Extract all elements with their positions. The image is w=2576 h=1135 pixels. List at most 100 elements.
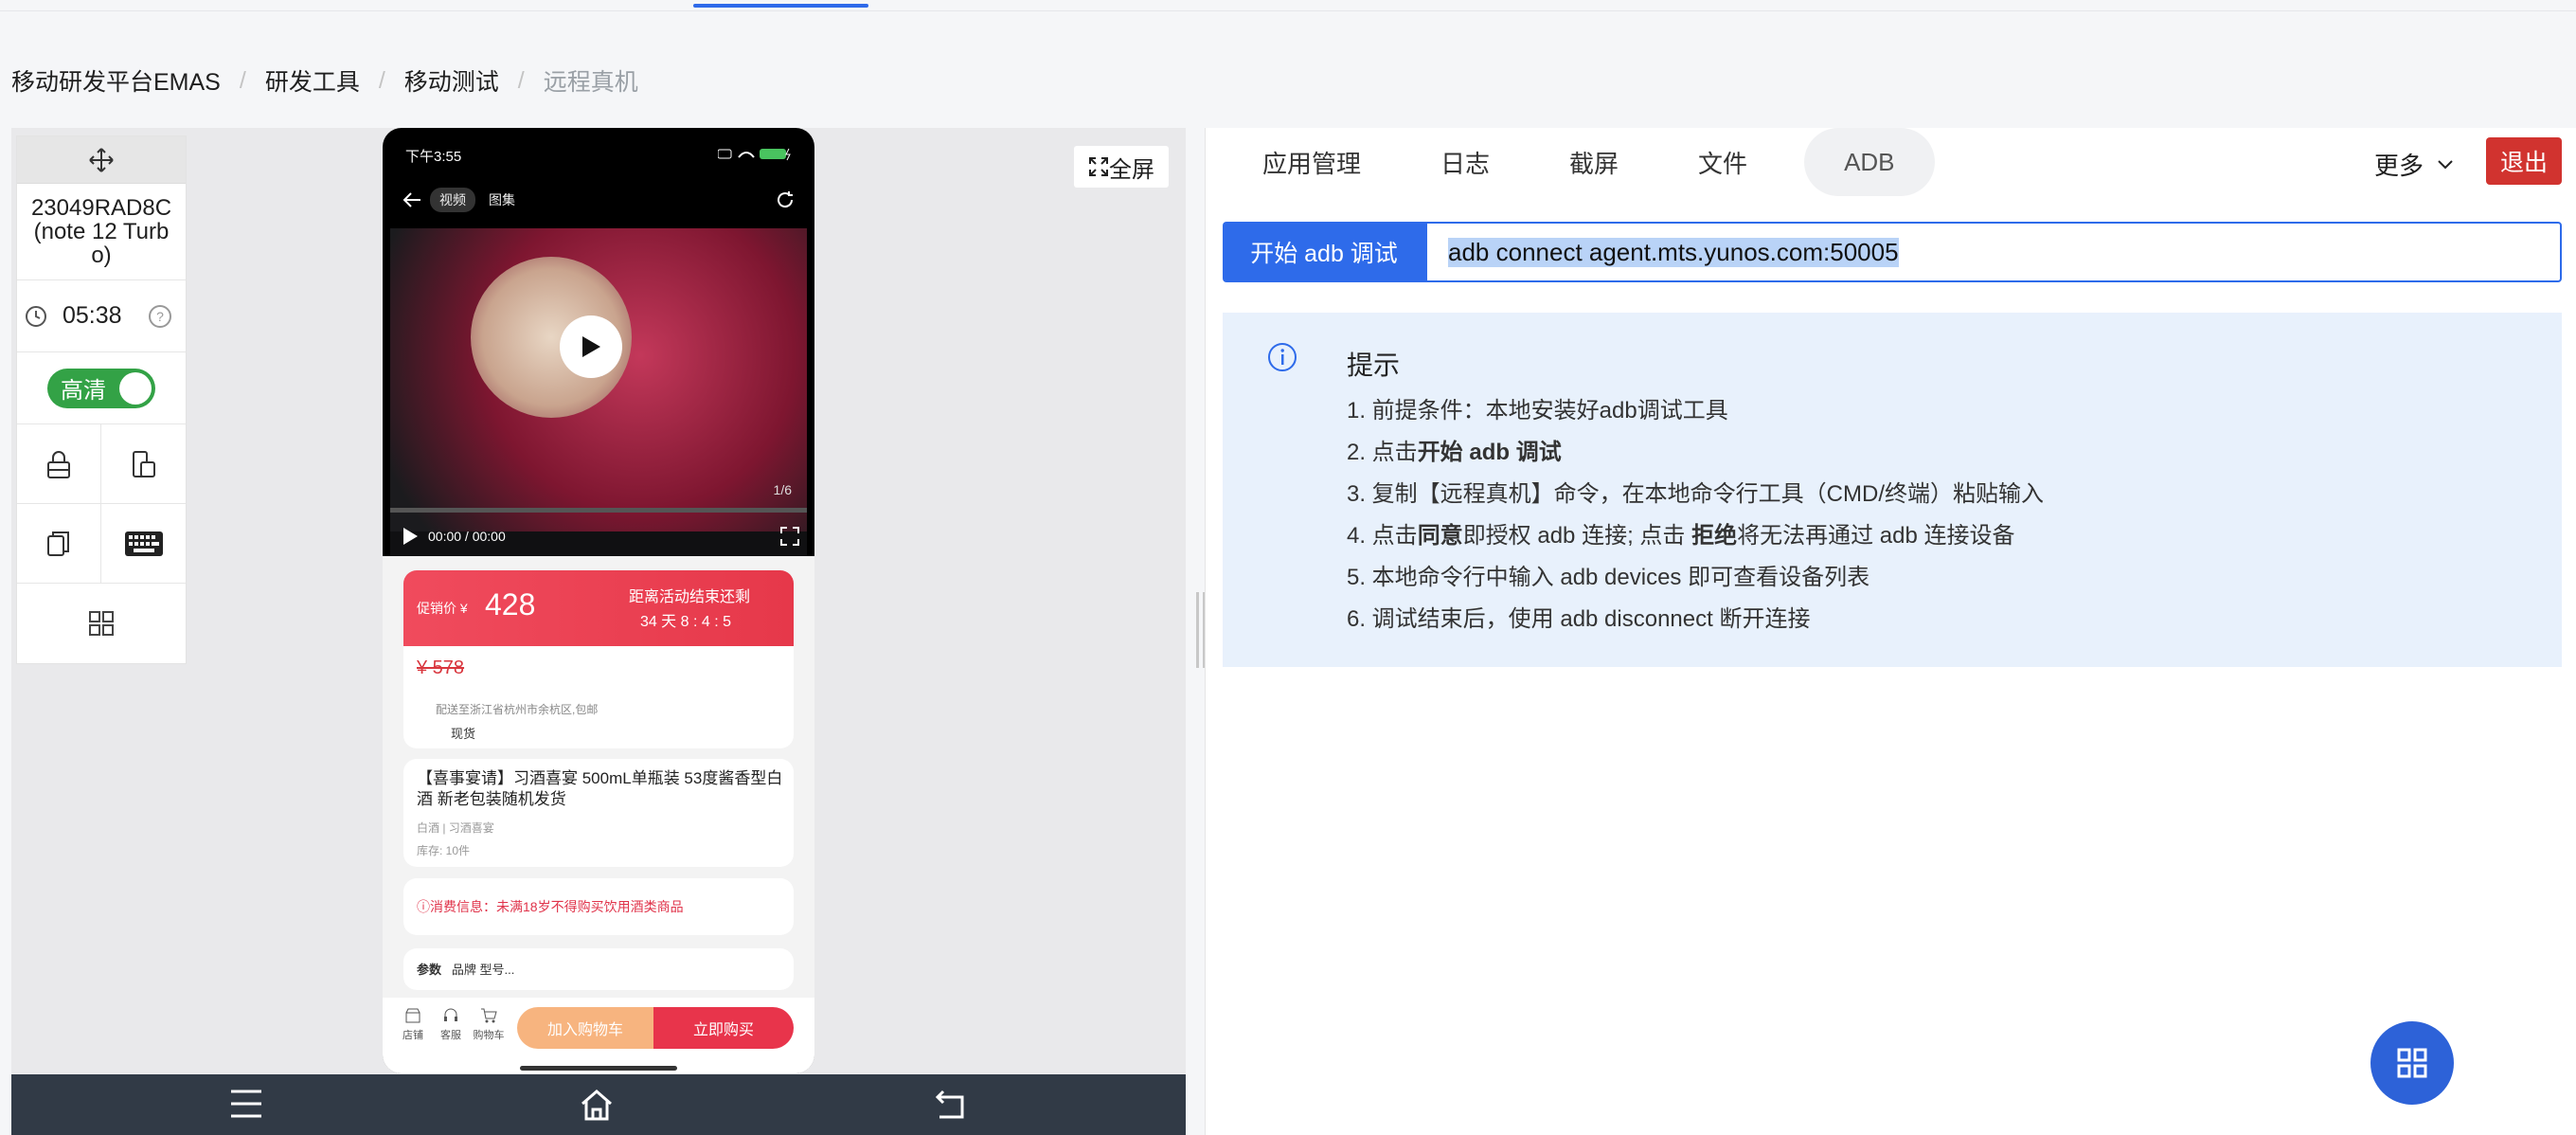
- tab-screenshot[interactable]: 截屏: [1530, 128, 1658, 196]
- rotate-screen-icon: [132, 450, 155, 477]
- phone-screen[interactable]: 下午3:55 视频 图集 1/6 00:00 / 00:00 促销价 ¥ 428…: [383, 128, 814, 1073]
- shipping-info[interactable]: 配送至浙江省杭州市余杭区,包邮: [436, 701, 598, 717]
- timer-value: 05:38: [63, 302, 122, 329]
- breadcrumb-separator: /: [517, 66, 525, 94]
- video-fullscreen-icon[interactable]: [780, 527, 799, 546]
- breadcrumb: 移动研发平台EMAS / 研发工具 / 移动测试 / 远程真机: [11, 63, 638, 98]
- keyboard-icon: [124, 531, 163, 556]
- active-nav-indicator: [693, 4, 868, 8]
- fullscreen-label: 全屏: [1109, 156, 1154, 183]
- headset-icon: [444, 1008, 457, 1021]
- floating-apps-button[interactable]: [2370, 1021, 2454, 1105]
- back-button[interactable]: [934, 1088, 966, 1125]
- product-stock: 库存: 10件: [417, 844, 471, 857]
- add-to-cart-button[interactable]: 加入购物车: [517, 1007, 653, 1049]
- more-label: 更多: [2374, 152, 2424, 180]
- home-indicator: [520, 1066, 677, 1071]
- expand-icon: [1089, 157, 1108, 176]
- breadcrumb-current: 远程真机: [543, 69, 638, 96]
- top-bar: [0, 0, 2576, 11]
- adb-tips-box: 提示 1. 前提条件：本地安装好adb调试工具 2. 点击开始 adb 调试 3…: [1223, 313, 2562, 667]
- params-card[interactable]: 参数 品牌 型号...: [403, 948, 794, 990]
- video-time: 00:00 / 00:00: [428, 529, 506, 544]
- clipboard-button[interactable]: [17, 504, 101, 584]
- rotate-screen-button[interactable]: [101, 424, 186, 504]
- apps-grid-icon: [89, 611, 114, 636]
- tip-item: 1. 前提条件：本地安装好adb调试工具: [1347, 398, 1728, 423]
- cart-label: 购物车: [473, 1030, 505, 1041]
- phone-bottom-bar: 店铺 客服 购物车 加入购物车 立即购买: [383, 998, 814, 1073]
- tip-item: 2. 点击开始 adb 调试: [1347, 440, 1562, 465]
- phone-status-time: 下午3:55: [405, 148, 462, 165]
- stock-status: 现货: [451, 727, 476, 741]
- play-icon: [582, 336, 600, 357]
- toggle-knob: [119, 371, 152, 405]
- phone-battery-icon: [717, 146, 794, 165]
- product-title-card: 【喜事宴请】习酒喜宴 500mL单瓶装 53度酱香型白酒 新老包装随机发货 白酒…: [403, 759, 794, 867]
- drag-handle[interactable]: [17, 136, 186, 184]
- session-timer: 05:38 ?: [17, 280, 186, 352]
- tab-adb[interactable]: ADB: [1804, 128, 1935, 196]
- tools-tabs: 应用管理 日志 截屏 文件 ADB: [1206, 128, 1935, 196]
- adb-command-field[interactable]: adb connect agent.mts.yunos.com:50005: [1425, 222, 2562, 282]
- buy-now-button[interactable]: 立即购买: [653, 1007, 794, 1049]
- adb-command-text: adb connect agent.mts.yunos.com:50005: [1448, 237, 1899, 267]
- lock-icon: [47, 450, 70, 478]
- device-name: 23049RAD8C(note 12 Turbo): [17, 184, 186, 280]
- video-page-indicator: 1/6: [773, 482, 792, 497]
- video-controls: 00:00 / 00:00: [402, 522, 799, 550]
- shop-label: 店铺: [402, 1030, 423, 1041]
- hd-toggle[interactable]: 高清: [47, 368, 155, 408]
- shop-button[interactable]: 店铺: [394, 1007, 432, 1042]
- original-price: ¥ 578: [417, 658, 465, 678]
- tools-panel: 应用管理 日志 截屏 文件 ADB 更多 退出 开始 adb 调试 adb co…: [1205, 128, 2576, 1135]
- play-small-icon[interactable]: [402, 527, 419, 546]
- move-icon: [89, 147, 114, 172]
- more-dropdown[interactable]: 更多: [2374, 147, 2454, 182]
- tab-logs[interactable]: 日志: [1401, 128, 1530, 196]
- product-subtitle: 白酒 | 习酒喜宴: [417, 821, 494, 835]
- phone-tab-gallery[interactable]: 图集: [489, 190, 515, 209]
- lock-button[interactable]: [17, 424, 101, 504]
- tab-files[interactable]: 文件: [1658, 128, 1787, 196]
- tab-app-management[interactable]: 应用管理: [1206, 128, 1401, 196]
- more-tools-button[interactable]: [17, 584, 186, 663]
- back-arrow-icon[interactable]: [402, 189, 422, 210]
- age-warning: ⓘ消费信息：未满18岁不得购买饮用酒类商品: [417, 899, 684, 914]
- back-icon: [935, 1090, 964, 1119]
- menu-icon: [231, 1090, 261, 1118]
- refresh-icon[interactable]: [775, 189, 796, 210]
- breadcrumb-item-dev-tools[interactable]: 研发工具: [265, 63, 360, 98]
- video-progress[interactable]: [390, 508, 807, 513]
- phone-top-nav: 视频 图集: [402, 181, 796, 219]
- hd-toggle-label: 高清: [61, 378, 106, 404]
- start-adb-button[interactable]: 开始 adb 调试: [1223, 222, 1425, 282]
- exit-button[interactable]: 退出: [2486, 137, 2562, 185]
- warning-card: ⓘ消费信息：未满18岁不得购买饮用酒类商品: [403, 878, 794, 935]
- shop-icon: [405, 1008, 420, 1023]
- params-row: 参数 品牌 型号...: [417, 960, 514, 978]
- info-icon: [1268, 343, 1297, 371]
- breadcrumb-item-mobile-test[interactable]: 移动测试: [404, 63, 499, 98]
- breadcrumb-separator: /: [378, 66, 385, 94]
- tips-list: 1. 前提条件：本地安装好adb调试工具 2. 点击开始 adb 调试 3. 复…: [1347, 390, 2044, 640]
- keyboard-button[interactable]: [101, 504, 186, 584]
- breadcrumb-separator: /: [239, 66, 246, 94]
- cart-button[interactable]: 购物车: [470, 1007, 508, 1042]
- breadcrumb-item-emas[interactable]: 移动研发平台EMAS: [11, 63, 221, 98]
- phone-tab-video[interactable]: 视频: [430, 188, 475, 212]
- tip-item: 6. 调试结束后，使用 adb disconnect 断开连接: [1347, 606, 1811, 632]
- tip-item: 3. 复制【远程真机】命令，在本地命令行工具（CMD/终端）粘贴输入: [1347, 481, 2045, 507]
- chevron-down-icon: [2438, 159, 2453, 169]
- fullscreen-button[interactable]: 全屏: [1074, 146, 1169, 188]
- home-button[interactable]: [580, 1088, 614, 1126]
- help-icon[interactable]: ?: [148, 304, 172, 329]
- video-play-button[interactable]: [560, 315, 622, 378]
- svg-text:?: ?: [156, 309, 164, 324]
- menu-button[interactable]: [229, 1088, 263, 1125]
- countdown-value: 34 天 8 : 4 : 5: [639, 614, 731, 630]
- home-icon: [581, 1090, 612, 1121]
- service-button[interactable]: 客服: [432, 1007, 470, 1042]
- hd-toggle-row: 高清: [17, 352, 186, 424]
- clock-icon: [26, 305, 46, 327]
